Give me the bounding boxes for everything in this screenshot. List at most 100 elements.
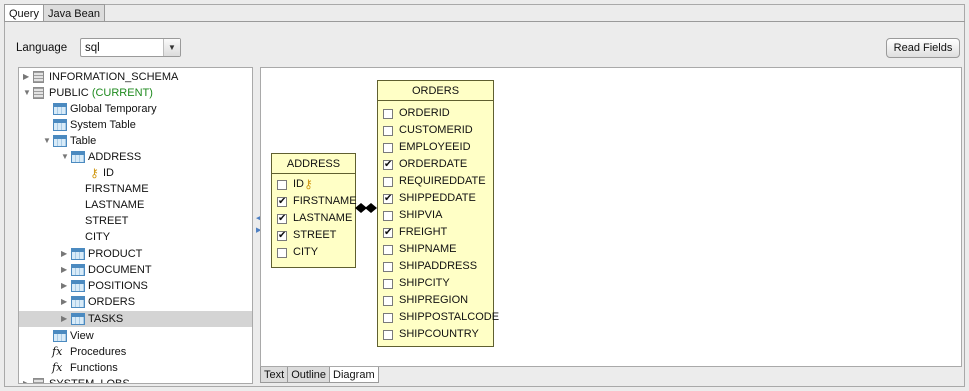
field-checkbox[interactable] [277,248,287,258]
field-checkbox[interactable] [383,313,393,323]
tab-diagram[interactable]: Diagram [329,367,379,383]
table-icon [71,264,85,276]
field-checkbox[interactable] [383,211,393,221]
table-icon [71,151,85,163]
chevron-down-icon[interactable]: ▼ [61,149,69,165]
field-label: LASTNAME [293,212,353,224]
field-checkbox[interactable] [383,330,393,340]
field-checkbox[interactable] [383,177,393,187]
field-checkbox[interactable] [383,109,393,119]
chevron-right-icon[interactable]: ▶ [61,262,67,278]
tree-item-information-schema[interactable]: ▶ INFORMATION_SCHEMA [19,69,252,85]
field-checkbox[interactable] [383,126,393,136]
tree-item-system-table[interactable]: System Table [19,117,252,133]
tree-item-procedures[interactable]: fx Procedures [19,344,252,360]
entity-address[interactable]: ADDRESS ID ⚷ ✔ FIRSTNAME ✔ LASTNAME ✔ ST… [271,153,357,268]
tree-item-global-temporary[interactable]: Global Temporary [19,101,252,117]
field-checkbox[interactable] [277,180,287,190]
tab-text[interactable]: Text [260,367,289,383]
field-row-shippostalcode[interactable]: SHIPPOSTALCODE [378,309,499,326]
field-checkbox[interactable]: ✔ [383,160,393,170]
field-label: CITY [293,246,319,258]
field-row-lastname[interactable]: ✔ LASTNAME [272,210,355,227]
tab-java-bean[interactable]: Java Bean [42,4,105,22]
field-label: SHIPREGION [399,294,469,306]
chevron-right-icon[interactable]: ▶ [23,376,29,383]
chevron-down-icon[interactable]: ▼ [43,133,51,149]
field-row-orderid[interactable]: ORDERID [378,105,493,122]
field-checkbox[interactable] [383,279,393,289]
field-row-requireddate[interactable]: REQUIREDDATE [378,173,493,190]
chevron-right-icon[interactable]: ▶ [61,246,67,262]
field-row-orderdate[interactable]: ✔ ORDERDATE [378,156,493,173]
chevron-right-icon[interactable]: ▶ [23,69,29,85]
tree-item-system-lobs[interactable]: ▶ SYSTEM_LOBS [19,376,252,383]
diagram-canvas[interactable]: ADDRESS ID ⚷ ✔ FIRSTNAME ✔ LASTNAME ✔ ST… [260,67,962,367]
field-row-shipname[interactable]: SHIPNAME [378,241,493,258]
language-select[interactable]: sql ▼ [80,38,181,57]
field-row-firstname[interactable]: ✔ FIRSTNAME [272,193,357,210]
tree-item-street[interactable]: STREET [19,213,252,229]
tree-item-tasks[interactable]: ▶ TASKS [19,311,252,327]
tab-outline[interactable]: Outline [287,367,331,383]
field-row-shipvia[interactable]: SHIPVIA [378,207,493,224]
tree-item-label: PUBLIC [49,87,89,99]
database-icon [33,71,44,83]
schema-tree[interactable]: ▶ INFORMATION_SCHEMA ▼ PUBLIC (CURRENT) … [18,67,253,384]
chevron-right-icon[interactable]: ▶ [61,311,67,327]
field-checkbox[interactable] [383,262,393,272]
key-icon: ⚷ [90,166,99,180]
language-label: Language [16,42,68,54]
field-row-freight[interactable]: ✔ FREIGHT [378,224,493,241]
table-icon [53,135,67,147]
chevron-right-icon[interactable]: ▶ [61,294,67,310]
field-checkbox[interactable]: ✔ [277,231,287,241]
table-icon [71,248,85,260]
entity-orders[interactable]: ORDERS ORDERID CUSTOMERID EMPLOYEEID ✔ O… [377,80,499,347]
tree-item-id[interactable]: ⚷ ID [19,165,252,181]
tree-item-city[interactable]: CITY [19,229,252,245]
tree-item-functions[interactable]: fx Functions [19,360,252,376]
tree-item-document[interactable]: ▶ DOCUMENT [19,262,252,278]
field-label: SHIPPOSTALCODE [399,311,500,323]
field-checkbox[interactable]: ✔ [277,214,287,224]
field-label: FREIGHT [399,226,448,238]
field-row-shipcountry[interactable]: SHIPCOUNTRY [378,326,493,343]
tree-item-address[interactable]: ▼ ADDRESS [19,149,252,165]
table-icon [71,280,85,292]
field-checkbox[interactable] [383,296,393,306]
field-row-shipregion[interactable]: SHIPREGION [378,292,493,309]
field-label: SHIPPEDDATE [399,192,476,204]
tree-item-orders[interactable]: ▶ ORDERS [19,294,252,310]
field-label: SHIPVIA [399,209,443,221]
field-checkbox[interactable]: ✔ [383,194,393,204]
field-row-employeeid[interactable]: EMPLOYEEID [378,139,493,156]
chevron-down-icon[interactable]: ▼ [23,85,31,101]
current-badge: (CURRENT) [91,87,153,99]
field-row-shipcity[interactable]: SHIPCITY [378,275,493,292]
chevron-down-icon[interactable]: ▼ [163,39,180,56]
tree-item-table[interactable]: ▼ Table [19,133,252,149]
tree-item-positions[interactable]: ▶ POSITIONS [19,278,252,294]
tree-item-public[interactable]: ▼ PUBLIC (CURRENT) [19,85,252,101]
field-checkbox[interactable]: ✔ [277,197,287,207]
field-row-shippeddate[interactable]: ✔ SHIPPEDDATE [378,190,493,207]
read-fields-button[interactable]: Read Fields [886,38,960,58]
tree-item-label: ADDRESS [88,151,142,163]
field-row-shipaddress[interactable]: SHIPADDRESS [378,258,493,275]
tab-divider [4,21,965,22]
tree-item-view[interactable]: View [19,328,252,344]
field-checkbox[interactable]: ✔ [383,228,393,238]
field-checkbox[interactable] [383,143,393,153]
field-checkbox[interactable] [383,245,393,255]
field-row-street[interactable]: ✔ STREET [272,227,355,244]
tree-item-lastname[interactable]: LASTNAME [19,197,252,213]
tree-item-firstname[interactable]: FIRSTNAME [19,181,252,197]
chevron-right-icon[interactable]: ▶ [61,278,67,294]
field-row-city[interactable]: CITY [272,244,355,261]
field-row-id[interactable]: ID ⚷ [272,176,355,193]
field-row-customerid[interactable]: CUSTOMERID [378,122,493,139]
tab-query[interactable]: Query [4,4,44,22]
tree-item-product[interactable]: ▶ PRODUCT [19,246,252,262]
tree-item-label: Procedures [70,346,127,358]
